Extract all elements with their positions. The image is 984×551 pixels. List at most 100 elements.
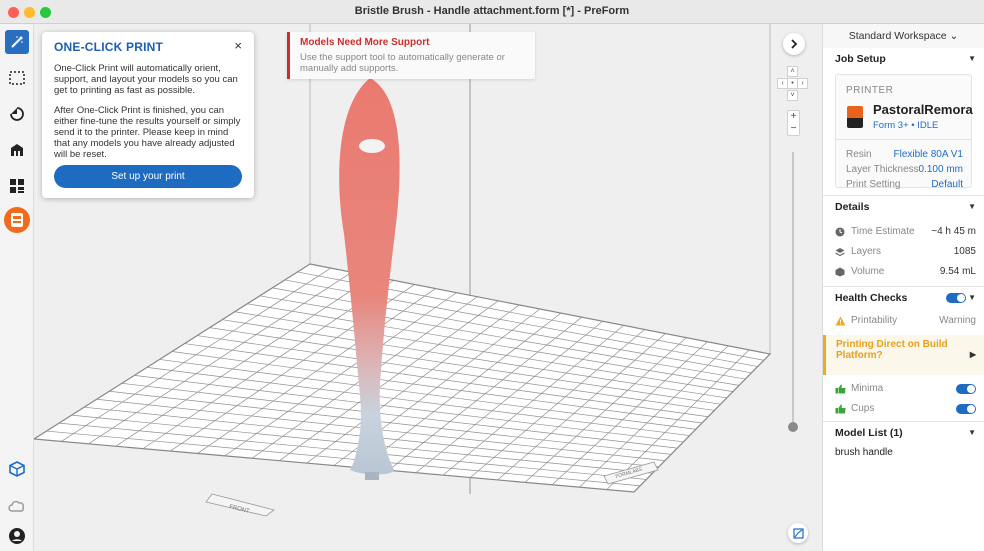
thumbs-up-icon	[835, 384, 846, 394]
collapse-panel-button[interactable]	[783, 33, 805, 55]
chevron-down-icon: ▼	[968, 202, 976, 211]
layout-grid-icon	[10, 179, 24, 193]
cube-icon	[9, 461, 25, 477]
left-toolbar	[0, 24, 34, 551]
cups-label: Cups	[851, 403, 875, 414]
volume-value: 9.54 mL	[939, 266, 976, 277]
resin-value: Flexible 80A V1	[893, 149, 964, 160]
time-estimate-row: Time Estimate ~4 h 45 m	[823, 222, 984, 242]
one-click-print-title: ONE-CLICK PRINT	[54, 40, 163, 54]
direct-print-alert-text: Printing Direct on Build Platform?	[836, 339, 948, 361]
resin-label: Resin	[846, 149, 872, 160]
printability-row: Printability Warning	[823, 311, 984, 331]
volume-icon	[835, 267, 845, 277]
pan-down-icon[interactable]: ˅	[787, 90, 798, 101]
pan-up-icon[interactable]: ˄	[787, 66, 798, 77]
layer-thickness-row[interactable]: Layer Thickness 0.100 mm	[846, 164, 963, 175]
model-list-header[interactable]: Model List (1) ▼	[823, 422, 984, 444]
details-header[interactable]: Details ▼	[823, 196, 984, 218]
layers-label: Layers	[851, 246, 882, 257]
thumbs-up-icon	[835, 404, 846, 414]
pan-control[interactable]: ˄ ‹ • › ˅	[777, 66, 809, 102]
health-checks-toggle[interactable]	[946, 293, 966, 303]
direct-print-alert[interactable]: Printing Direct on Build Platform? ▶	[823, 335, 984, 375]
account-tool[interactable]	[5, 524, 29, 548]
title-bar: Bristle Brush - Handle attachment.form […	[0, 0, 984, 24]
layer-slider-handle[interactable]	[788, 422, 798, 432]
orient-icon	[10, 107, 24, 121]
cups-toggle[interactable]	[956, 404, 976, 414]
set-up-print-button[interactable]: Set up your print	[54, 165, 242, 188]
resin-row[interactable]: Resin Flexible 80A V1	[846, 149, 963, 160]
minima-toggle[interactable]	[956, 384, 976, 394]
layers-icon	[835, 248, 845, 257]
build-platform	[34, 263, 772, 493]
one-click-print-tool[interactable]	[5, 30, 29, 54]
magic-wand-icon	[11, 36, 23, 48]
cloud-icon	[8, 500, 25, 512]
image-icon	[792, 527, 804, 539]
chevron-down-icon: ▼	[968, 54, 976, 63]
supports-icon	[11, 144, 23, 156]
clock-icon	[835, 227, 845, 237]
orient-tool[interactable]	[5, 102, 29, 126]
layer-slider-track[interactable]	[792, 152, 794, 426]
health-checks-title: Health Checks	[835, 292, 908, 304]
close-icon[interactable]: ×	[234, 38, 242, 53]
user-icon	[9, 528, 25, 544]
details-title: Details	[835, 201, 870, 213]
window-title: Bristle Brush - Handle attachment.form […	[354, 5, 630, 17]
one-click-print-card: ONE-CLICK PRINT × One-Click Print will a…	[42, 32, 254, 198]
volume-label: Volume	[851, 266, 885, 277]
zoom-out-button[interactable]: −	[788, 123, 799, 135]
layer-thickness-label: Layer Thickness	[846, 164, 919, 175]
layout-tool[interactable]	[5, 174, 29, 198]
job-setup-title: Job Setup	[835, 53, 886, 65]
time-estimate-value: ~4 h 45 m	[931, 226, 976, 237]
print-setting-row[interactable]: Print Setting Default	[846, 179, 963, 190]
support-warning-title: Models Need More Support	[300, 37, 430, 48]
list-item[interactable]: brush handle	[823, 444, 984, 462]
print-tool[interactable]	[4, 207, 30, 233]
zoom-control: + −	[787, 110, 800, 136]
minima-label: Minima	[851, 383, 884, 394]
layers-row: Layers 1085	[823, 242, 984, 262]
right-panel: Standard Workspace ⌄ Job Setup ▼ PRINTER…	[822, 24, 984, 551]
chevron-down-icon: ▼	[968, 428, 976, 437]
chevron-down-icon: ▼	[968, 293, 976, 302]
job-setup-header[interactable]: Job Setup ▼	[823, 48, 984, 70]
workspace-selector[interactable]: Standard Workspace ⌄	[823, 24, 984, 48]
one-click-print-description: One-Click Print will automatically orien…	[54, 63, 238, 96]
one-click-print-note: After One-Click Print is finished, you c…	[54, 105, 241, 160]
cloud-tool[interactable]	[5, 494, 29, 518]
printer-status: Form 3+ • IDLE	[873, 120, 939, 131]
support-warning-text: Use the support tool to automatically ge…	[300, 52, 505, 74]
model-list-title: Model List (1)	[835, 427, 903, 439]
pan-right-icon[interactable]: ›	[797, 78, 808, 89]
minima-row: Minima	[823, 379, 984, 399]
supports-tool[interactable]	[5, 138, 29, 162]
screenshot-button[interactable]	[788, 523, 808, 543]
form3-printer-icon	[847, 106, 863, 128]
volume-row: Volume 9.54 mL	[823, 262, 984, 282]
layers-value: 1085	[953, 246, 976, 257]
printer-name: PastoralRemora	[873, 102, 973, 117]
printability-label: Printability	[851, 315, 898, 326]
chevron-right-icon: ▶	[969, 350, 976, 359]
cups-row: Cups	[823, 399, 984, 419]
time-estimate-label: Time Estimate	[851, 226, 915, 237]
print-setting-value: Default	[931, 179, 963, 190]
printer-card[interactable]: PRINTER PastoralRemora Form 3+ • IDLE Re…	[835, 74, 973, 190]
select-tool[interactable]	[5, 66, 29, 90]
printability-value: Warning	[939, 315, 976, 326]
layer-thickness-value: 0.100 mm	[918, 164, 963, 175]
printer-icon	[11, 213, 23, 227]
zoom-in-button[interactable]: +	[788, 111, 799, 123]
support-warning-banner: Models Need More Support Use the support…	[287, 32, 535, 79]
print-setting-label: Print Setting	[846, 179, 901, 190]
selection-box-icon	[9, 71, 25, 85]
printer-label: PRINTER	[846, 85, 894, 96]
dashboard-tool[interactable]	[5, 457, 29, 481]
chevron-right-icon	[791, 39, 798, 49]
health-checks-header[interactable]: Health Checks ▼	[823, 287, 984, 309]
